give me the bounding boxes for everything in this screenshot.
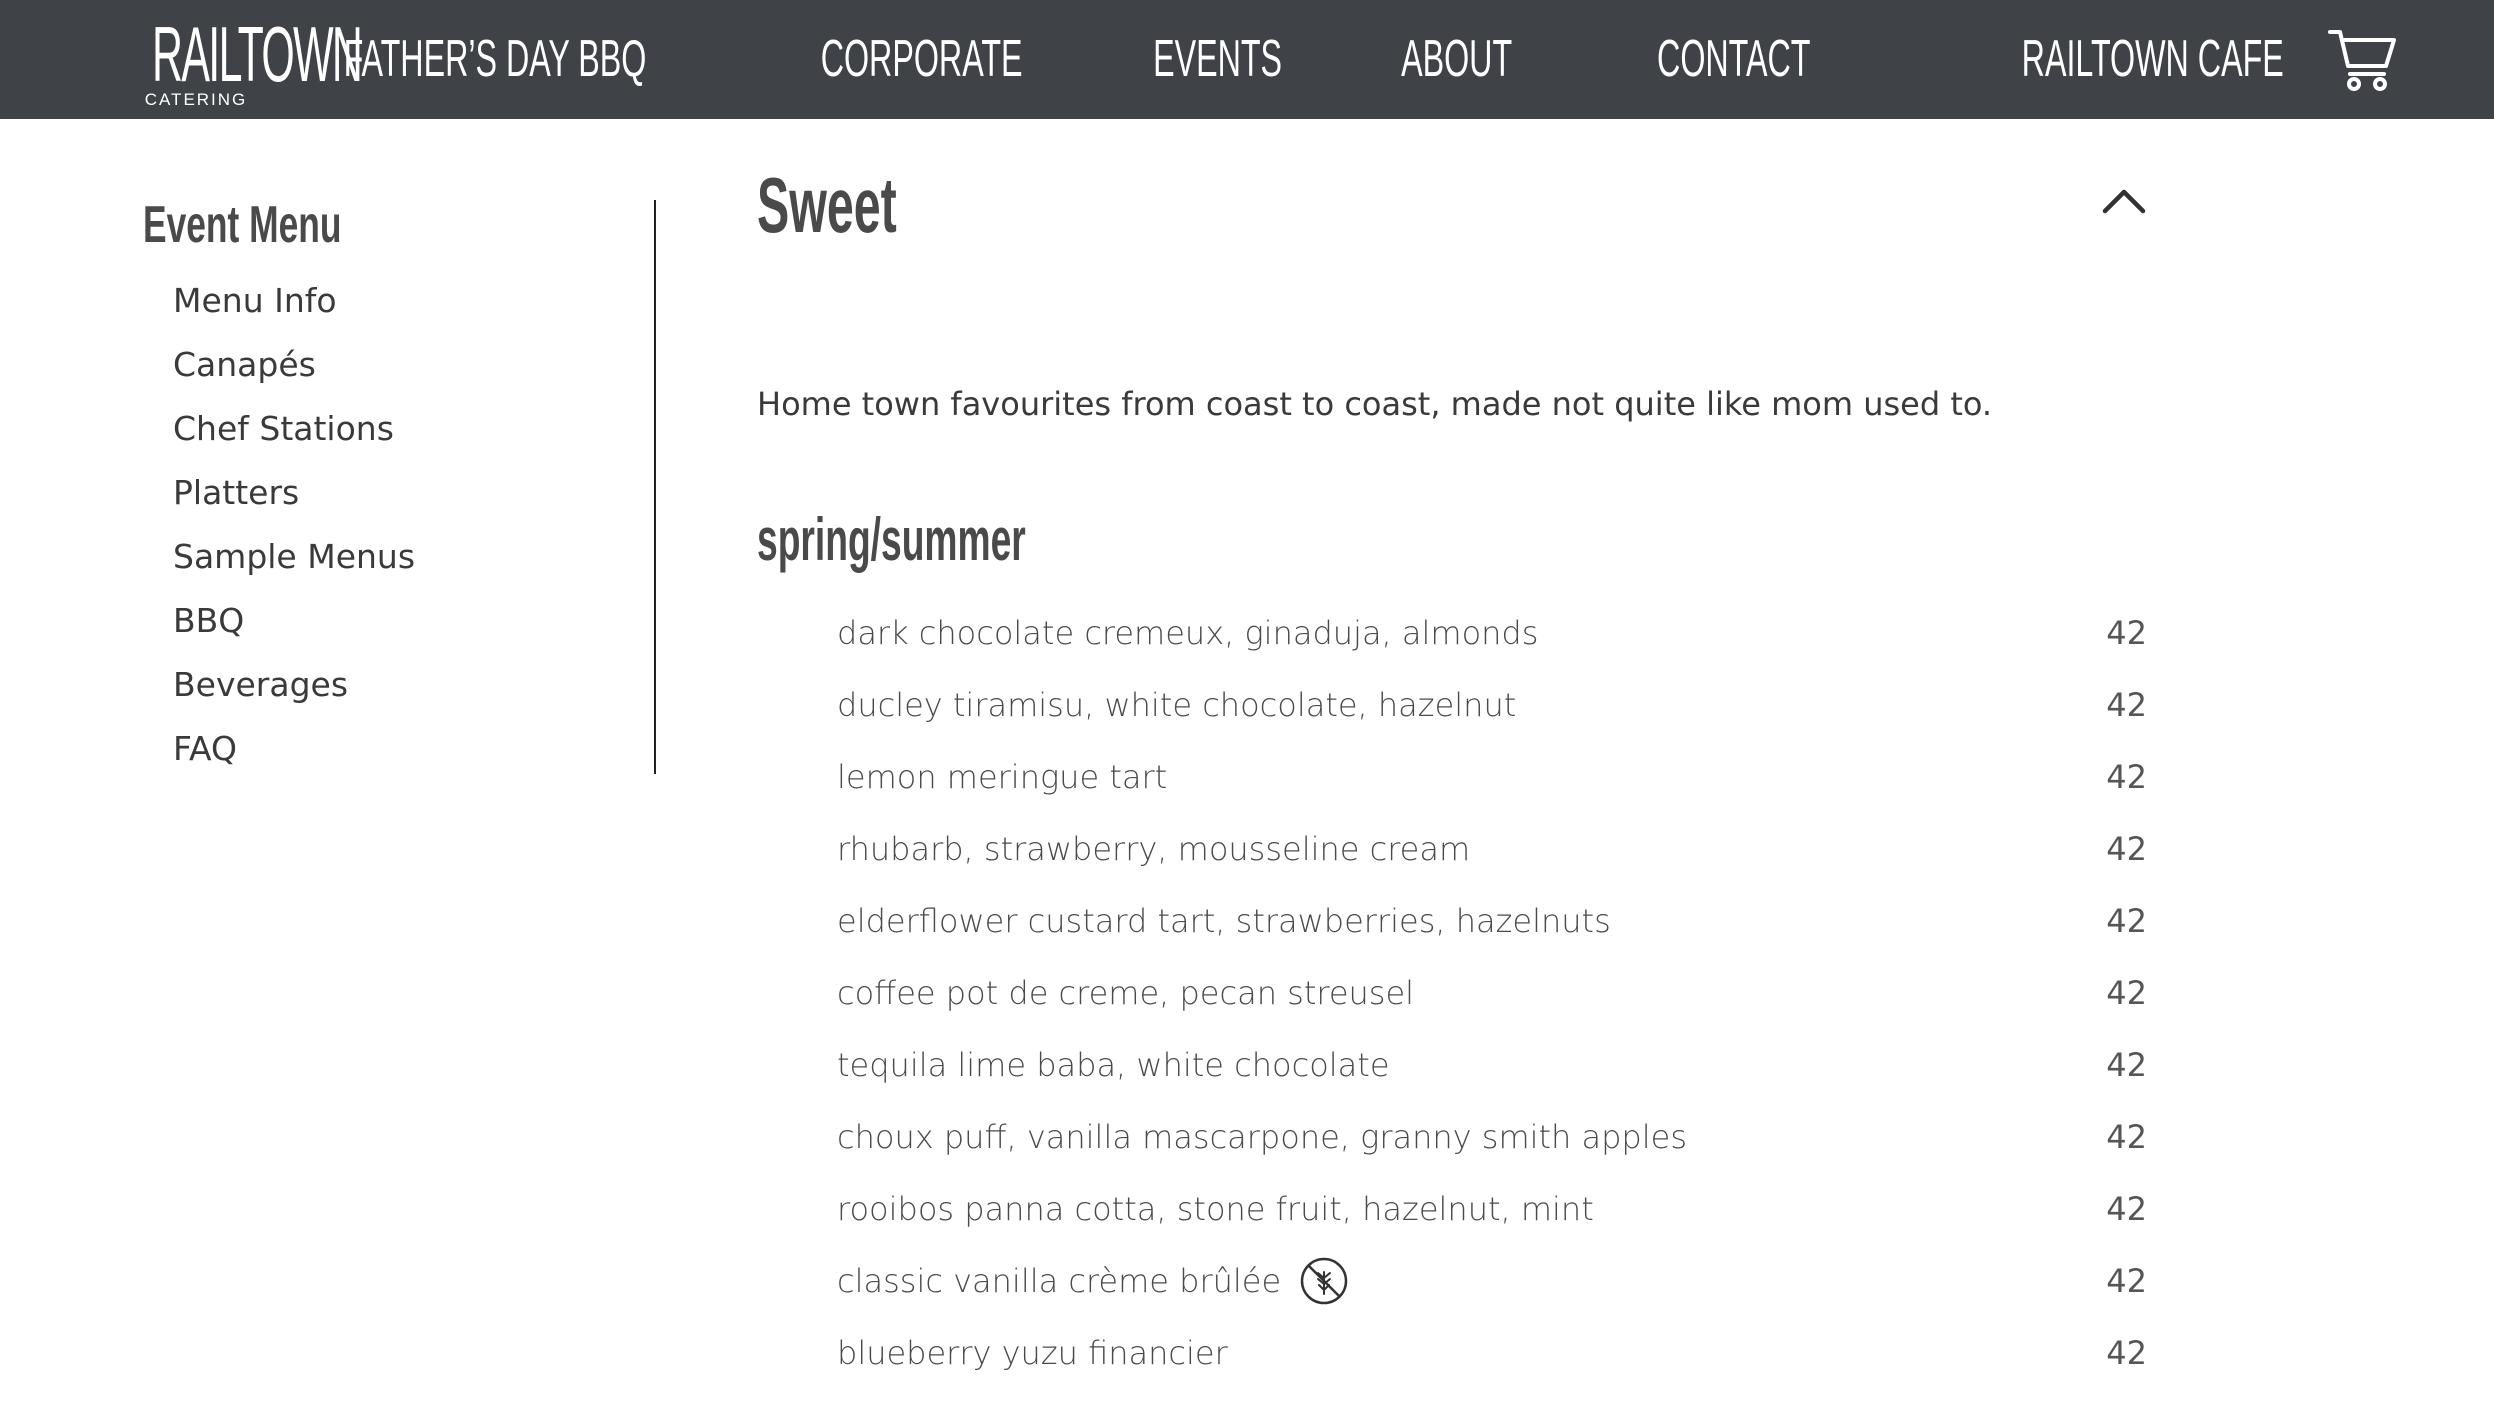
- menu-item-name: rooibos panna cotta, stone fruit, hazeln…: [837, 1190, 1594, 1228]
- menu-item-list: dark chocolate cremeux, ginaduja, almond…: [837, 597, 2147, 1389]
- sidebar-item-canapes[interactable]: Canapés: [173, 333, 643, 397]
- list-item: dark chocolate cremeux, ginaduja, almond…: [837, 597, 2147, 669]
- menu-item-name: coffee pot de creme, pecan streusel: [837, 974, 1415, 1012]
- shopping-cart-icon[interactable]: [2328, 26, 2398, 92]
- menu-item-name: ducley tiramisu, white chocolate, hazeln…: [837, 686, 1517, 724]
- chevron-up-icon[interactable]: [2101, 185, 2147, 215]
- menu-item-name: choux puff, vanilla mascarpone, granny s…: [837, 1118, 1687, 1156]
- list-item: lemon meringue tart 42: [837, 741, 2147, 813]
- sidebar-list: Menu Info Canapés Chef Stations Platters…: [173, 269, 643, 781]
- sidebar-divider: [654, 200, 656, 774]
- menu-item-name: rhubarb, strawberry, mousseline cream: [837, 830, 1471, 868]
- section-header[interactable]: Sweet: [757, 165, 2147, 265]
- main-nav: FATHER’S DAY BBQ CORPORATE EVENTS ABOUT …: [107, 0, 2284, 119]
- menu-item-name: lemon meringue tart: [837, 758, 1168, 796]
- menu-item-price: 42: [2106, 614, 2147, 652]
- season-subheading: spring/summer: [757, 506, 1026, 573]
- menu-section: Sweet Home town favourites from coast to…: [757, 165, 2147, 1372]
- list-item: rhubarb, strawberry, mousseline cream 42: [837, 813, 2147, 885]
- menu-item-price: 42: [2106, 686, 2147, 724]
- menu-item-name: elderflower custard tart, strawberries, …: [837, 902, 1611, 940]
- section-title: Sweet: [757, 161, 897, 249]
- list-item: rooibos panna cotta, stone fruit, hazeln…: [837, 1173, 2147, 1245]
- nav-item-railtown-cafe[interactable]: RAILTOWN CAFE: [2022, 0, 2284, 119]
- sidebar-item-faq[interactable]: FAQ: [173, 717, 643, 781]
- list-item: tequila lime baba, white chocolate 42: [837, 1029, 2147, 1101]
- menu-item-price: 42: [2106, 758, 2147, 796]
- sidebar-item-sample-menus[interactable]: Sample Menus: [173, 525, 643, 589]
- nav-item-contact[interactable]: CONTACT: [1657, 0, 1810, 119]
- list-item: classic vanilla crème brûlée 42: [837, 1245, 2147, 1317]
- list-item: elderflower custard tart, strawberries, …: [837, 885, 2147, 957]
- menu-item-name: classic vanilla crème brûlée: [837, 1262, 1282, 1300]
- gluten-free-icon: [1299, 1256, 1349, 1306]
- menu-item-name: dark chocolate cremeux, ginaduja, almond…: [837, 614, 1539, 652]
- menu-item-price: 42: [2106, 1262, 2147, 1300]
- sidebar-title: Event Menu: [143, 196, 342, 254]
- sidebar-item-chef-stations[interactable]: Chef Stations: [173, 397, 643, 461]
- nav-item-about[interactable]: ABOUT: [1401, 0, 1512, 119]
- nav-item-events[interactable]: EVENTS: [1153, 0, 1282, 119]
- top-navigation-bar: RAILTOWN CATERING FATHER’S DAY BBQ CORPO…: [0, 0, 2494, 119]
- nav-item-fathers-day-bbq[interactable]: FATHER’S DAY BBQ: [343, 0, 646, 119]
- menu-item-price: 42: [2106, 902, 2147, 940]
- section-intro: Home town favourites from coast to coast…: [757, 385, 1993, 423]
- menu-item-price: 42: [2106, 1190, 2147, 1228]
- menu-item-price: 42: [2106, 974, 2147, 1012]
- menu-item-price: 42: [2106, 1118, 2147, 1156]
- menu-item-price: 42: [2106, 830, 2147, 868]
- menu-item-name: blueberry yuzu financier: [837, 1334, 1228, 1372]
- sidebar-item-beverages[interactable]: Beverages: [173, 653, 643, 717]
- sidebar-item-bbq[interactable]: BBQ: [173, 589, 643, 653]
- list-item: coffee pot de creme, pecan streusel 42: [837, 957, 2147, 1029]
- list-item: choux puff, vanilla mascarpone, granny s…: [837, 1101, 2147, 1173]
- sidebar-item-platters[interactable]: Platters: [173, 461, 643, 525]
- nav-item-corporate[interactable]: CORPORATE: [821, 0, 1023, 119]
- menu-item-price: 42: [2106, 1334, 2147, 1372]
- sidebar-item-menu-info[interactable]: Menu Info: [173, 269, 643, 333]
- menu-item-name-with-icon: classic vanilla crème brûlée: [837, 1256, 1349, 1306]
- menu-item-price: 42: [2106, 1046, 2147, 1084]
- menu-item-name: tequila lime baba, white chocolate: [837, 1046, 1390, 1084]
- list-item: blueberry yuzu financier 42: [837, 1317, 2147, 1389]
- event-menu-sidebar: Event Menu Menu Info Canapés Chef Statio…: [143, 195, 643, 781]
- page: RAILTOWN CATERING FATHER’S DAY BBQ CORPO…: [0, 0, 2494, 1408]
- list-item: ducley tiramisu, white chocolate, hazeln…: [837, 669, 2147, 741]
